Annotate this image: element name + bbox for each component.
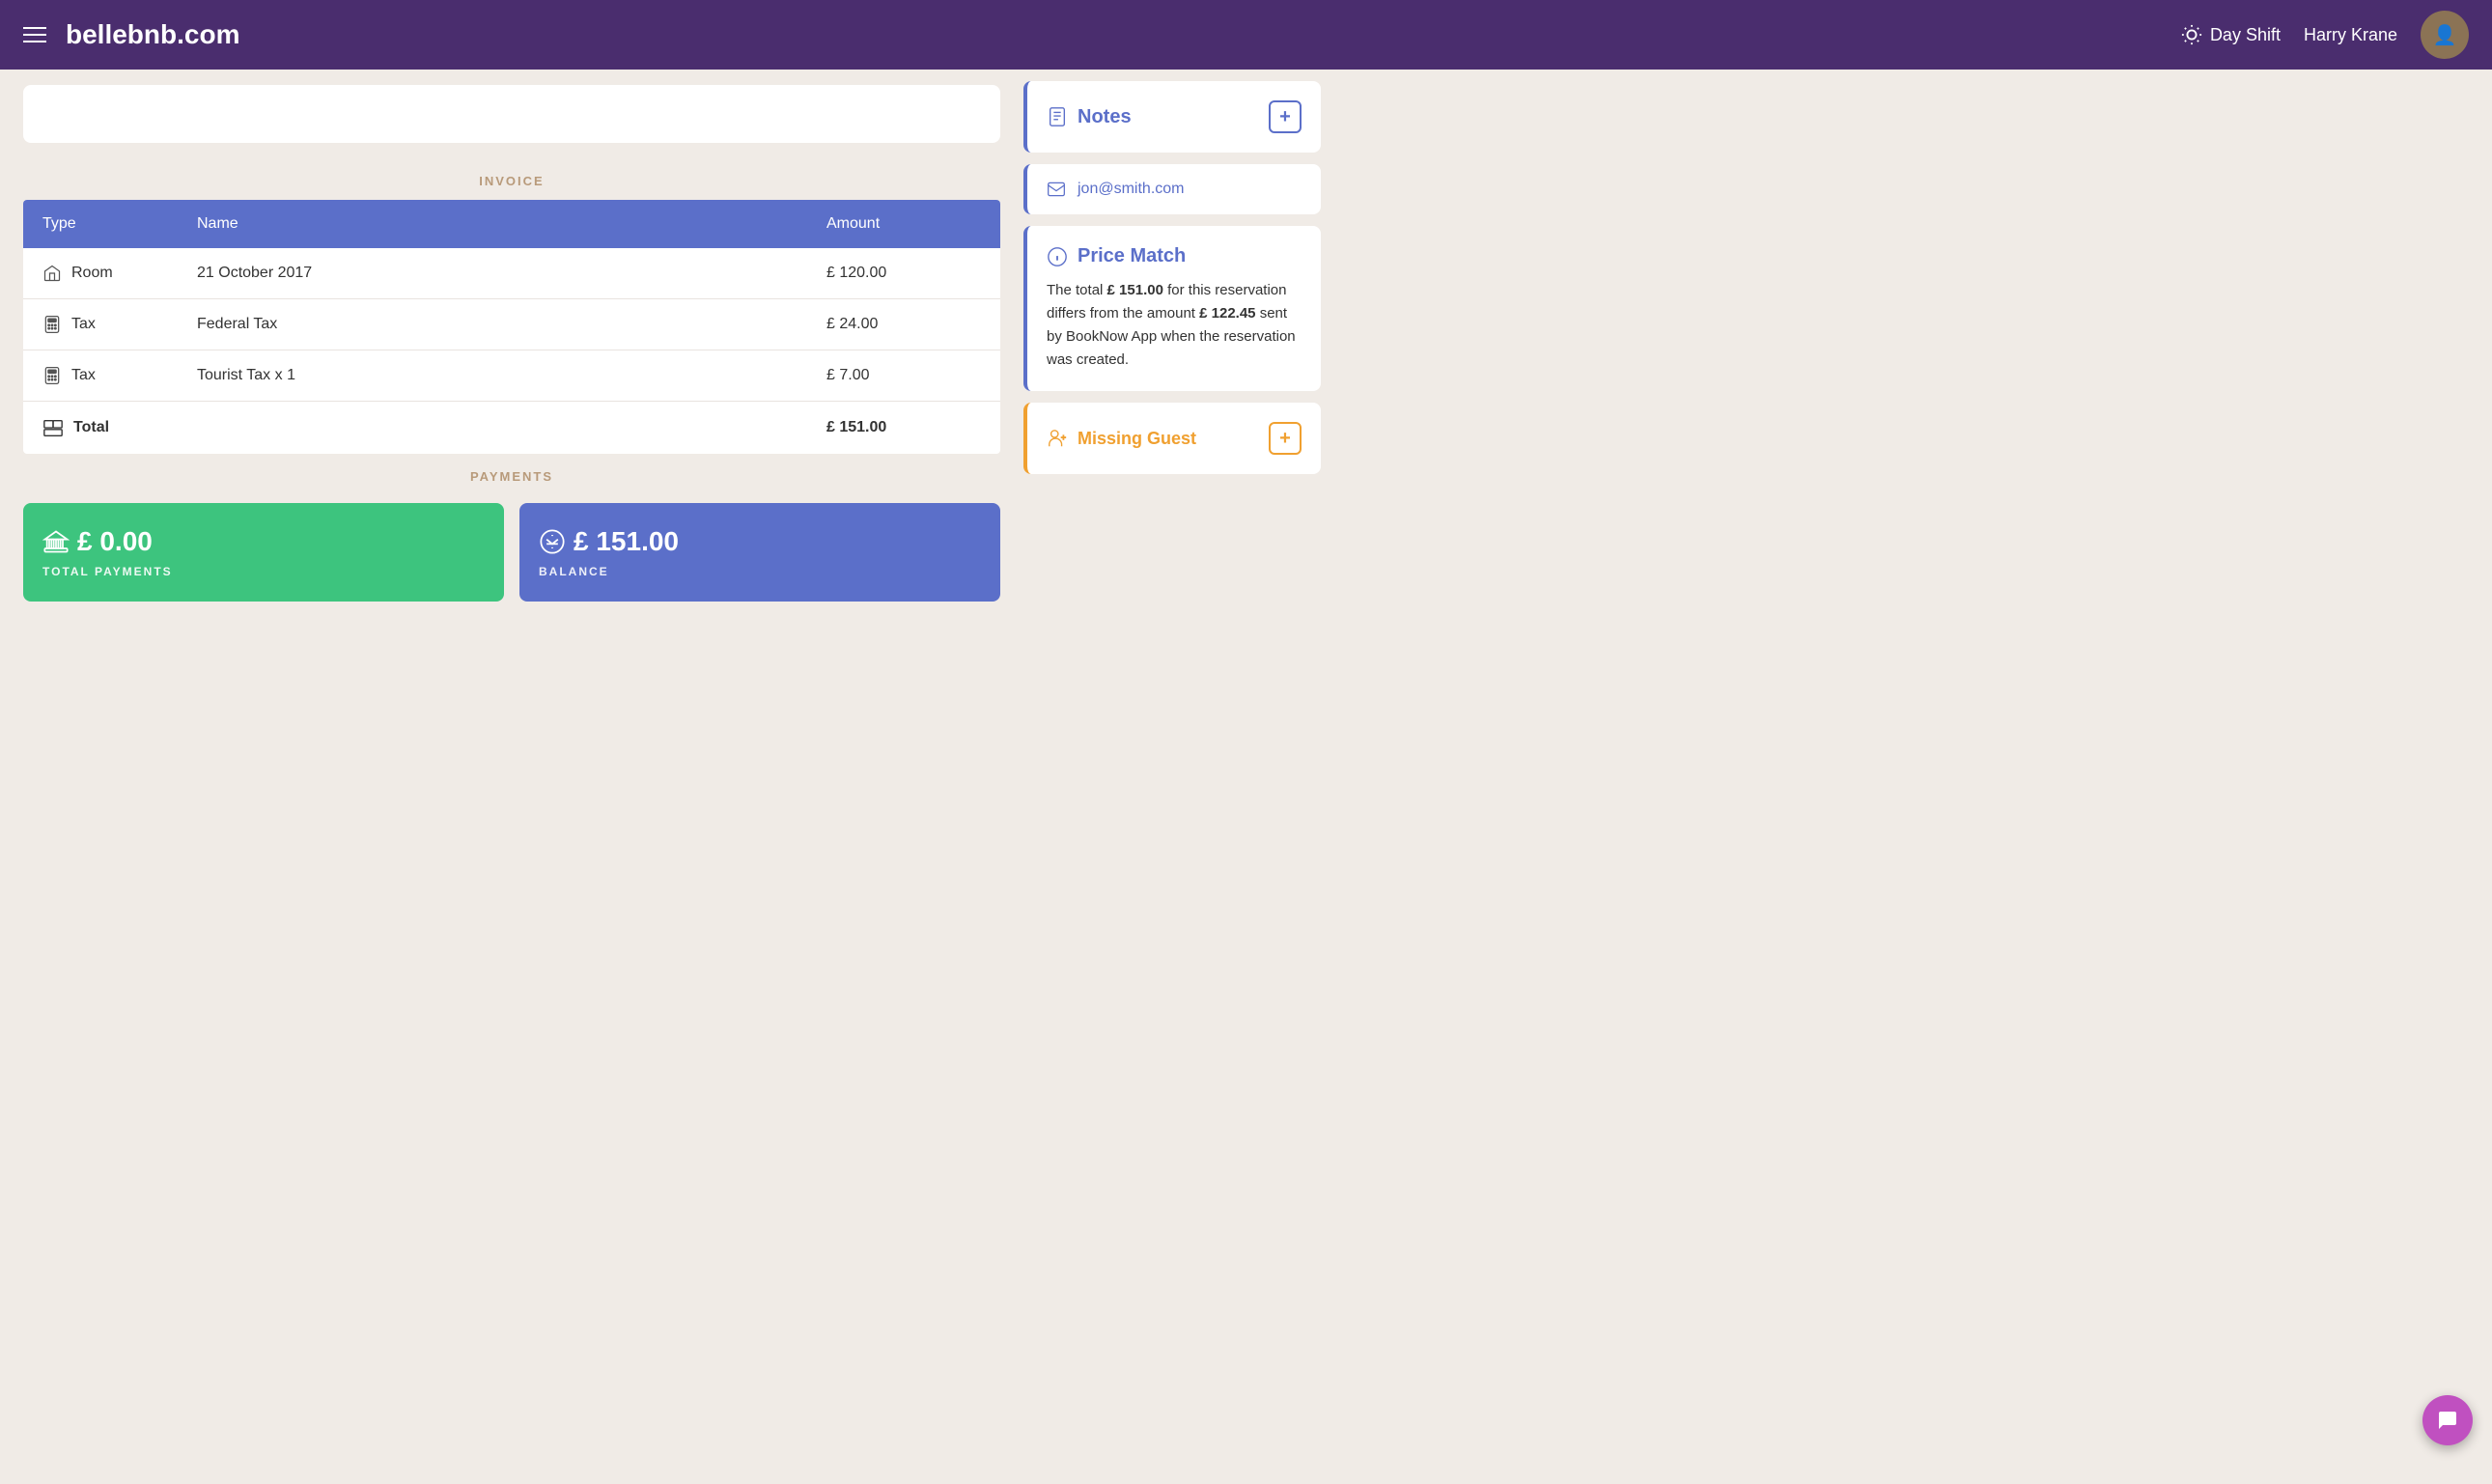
price-match-text: The total £ 151.00 for this reservation … bbox=[1047, 279, 1302, 372]
missing-guest-add-button[interactable]: + bbox=[1269, 422, 1302, 455]
total-name-cell bbox=[178, 402, 807, 455]
left-panel: INVOICE Type Name Amount bbox=[0, 70, 1023, 625]
total-icon bbox=[42, 417, 64, 438]
notes-title: Notes bbox=[1047, 106, 1132, 128]
name-cell-room: 21 October 2017 bbox=[178, 248, 807, 299]
missing-guest-icon bbox=[1047, 428, 1068, 449]
email-icon bbox=[1047, 180, 1066, 199]
chat-icon bbox=[2436, 1409, 2459, 1432]
table-header-row: Type Name Amount bbox=[23, 200, 1000, 248]
balance-amount: £ 151.00 bbox=[539, 526, 981, 557]
col-header-name: Name bbox=[178, 200, 807, 248]
total-amount-cell: £ 151.00 bbox=[807, 402, 1000, 455]
amount-cell-room: £ 120.00 bbox=[807, 248, 1000, 299]
right-panel: Notes + jon@smith.com Price Match bbox=[1023, 70, 1332, 625]
calculator-icon bbox=[42, 315, 62, 334]
total-type-cell: Total bbox=[23, 402, 178, 455]
notes-card: Notes + bbox=[1023, 81, 1321, 153]
price-match-title: Price Match bbox=[1047, 245, 1302, 267]
missing-guest-card: Missing Guest + bbox=[1023, 403, 1321, 474]
name-cell-tax2: Tourist Tax x 1 bbox=[178, 350, 807, 402]
col-header-type: Type bbox=[23, 200, 178, 248]
main-layout: INVOICE Type Name Amount bbox=[0, 70, 2492, 625]
shift-indicator[interactable]: Day Shift bbox=[2181, 24, 2281, 45]
avatar[interactable]: 👤 bbox=[2421, 11, 2469, 59]
total-payments-card: £ 0.00 TOTAL PAYMENTS bbox=[23, 503, 504, 602]
price-match-amount2: £ 122.45 bbox=[1199, 305, 1255, 322]
balance-icon bbox=[539, 528, 566, 555]
home-icon bbox=[42, 264, 62, 283]
missing-guest-title: Missing Guest bbox=[1047, 428, 1196, 449]
amount-cell-tax1: £ 24.00 bbox=[807, 299, 1000, 350]
type-cell: Tax bbox=[23, 350, 178, 402]
table-row: Tax Federal Tax £ 24.00 bbox=[23, 299, 1000, 350]
email-value[interactable]: jon@smith.com bbox=[1078, 181, 1185, 198]
name-cell-tax1: Federal Tax bbox=[178, 299, 807, 350]
total-payments-label: TOTAL PAYMENTS bbox=[42, 565, 485, 578]
total-row: Total £ 151.00 bbox=[23, 402, 1000, 455]
payments-section-label: PAYMENTS bbox=[23, 454, 1000, 495]
top-bar bbox=[23, 85, 1000, 143]
price-match-amount1: £ 151.00 bbox=[1107, 282, 1163, 298]
menu-button[interactable] bbox=[23, 27, 46, 42]
bank-icon bbox=[42, 528, 70, 555]
info-icon bbox=[1047, 246, 1068, 267]
sun-icon bbox=[2181, 24, 2202, 45]
shift-label: Day Shift bbox=[2210, 25, 2281, 45]
calculator-icon-2 bbox=[42, 366, 62, 385]
price-match-card: Price Match The total £ 151.00 for this … bbox=[1023, 226, 1321, 391]
chat-button[interactable] bbox=[2422, 1395, 2473, 1445]
col-header-amount: Amount bbox=[807, 200, 1000, 248]
balance-card: £ 151.00 BALANCE bbox=[519, 503, 1000, 602]
app-logo: bellebnb.com bbox=[66, 19, 239, 50]
amount-cell-tax2: £ 7.00 bbox=[807, 350, 1000, 402]
notes-add-button[interactable]: + bbox=[1269, 100, 1302, 133]
type-cell: Room bbox=[23, 248, 178, 299]
header: bellebnb.com Day Shift Harry Krane 👤 bbox=[0, 0, 2492, 70]
payments-row: £ 0.00 TOTAL PAYMENTS £ 151.00 BALANCE bbox=[23, 503, 1000, 602]
total-payments-amount: £ 0.00 bbox=[42, 526, 485, 557]
balance-label: BALANCE bbox=[539, 565, 981, 578]
table-row: Room 21 October 2017 £ 120.00 bbox=[23, 248, 1000, 299]
type-cell: Tax bbox=[23, 299, 178, 350]
header-right: Day Shift Harry Krane 👤 bbox=[2181, 11, 2469, 59]
notes-icon bbox=[1047, 106, 1068, 127]
table-row: Tax Tourist Tax x 1 £ 7.00 bbox=[23, 350, 1000, 402]
user-name: Harry Krane bbox=[2304, 25, 2397, 45]
invoice-section-label: INVOICE bbox=[23, 158, 1000, 200]
notes-header: Notes + bbox=[1047, 100, 1302, 133]
email-card: jon@smith.com bbox=[1023, 164, 1321, 214]
invoice-table: Type Name Amount Room bbox=[23, 200, 1000, 454]
